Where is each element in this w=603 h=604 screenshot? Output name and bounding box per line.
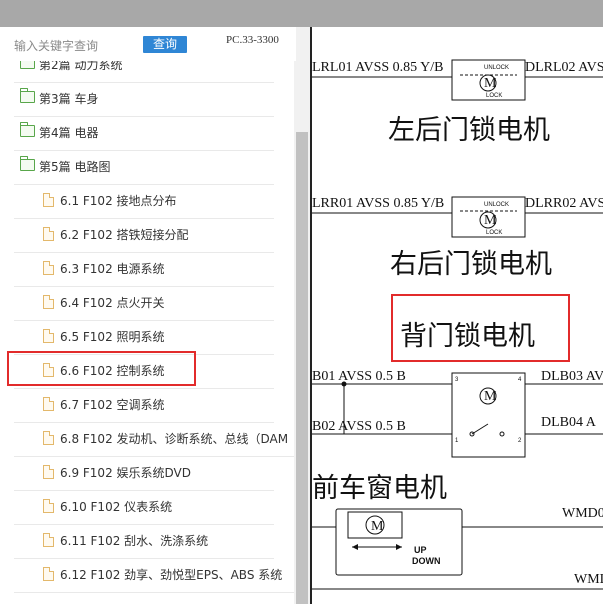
motor-symbol-label: M [484, 213, 497, 228]
pin-label: 2 [518, 438, 522, 444]
wire-label: B02 AVSS 0.5 B [312, 419, 406, 434]
tree-item[interactable]: 6.5 F102 照明系统 [14, 321, 274, 355]
component-caption: 右后门锁电机 [390, 249, 552, 280]
document-icon [43, 329, 54, 343]
component-caption: 左后门锁电机 [388, 115, 550, 146]
tree-item-label: 6.11 F102 刮水、洗涤系统 [60, 534, 209, 548]
motor-symbol-label: M [371, 519, 384, 534]
pin-label: 1 [455, 438, 459, 444]
tree-item[interactable]: 6.4 F102 点火开关 [14, 287, 274, 321]
wire-label: DLRR02 AVSS [525, 196, 603, 211]
motor-symbol-label: M [484, 389, 497, 404]
tree-item-label: 6.5 F102 照明系统 [60, 330, 165, 344]
tree-chapter-5[interactable]: 第5篇 电路图 [14, 151, 274, 185]
folder-icon [19, 88, 35, 103]
tree-item[interactable]: 6.2 F102 搭铁短接分配 [14, 219, 274, 253]
folder-icon [19, 122, 35, 137]
tree-item-label: 6.9 F102 娱乐系统DVD [60, 466, 191, 480]
document-icon [43, 533, 54, 547]
wire-label: LRR01 AVSS 0.85 Y/B [312, 196, 444, 211]
up-label: UP [414, 545, 427, 555]
catalog-panel: 查询 PC.33-3300 第2篇 动力系统 第3篇 车身 第4篇 电器 第5篇… [0, 27, 310, 604]
tree-chapter-3[interactable]: 第3篇 车身 [14, 83, 274, 117]
tree-item-label: 6.2 F102 搭铁短接分配 [60, 228, 189, 242]
wire-label: WMD0 [562, 506, 603, 521]
document-icon [43, 261, 54, 275]
tree-item[interactable]: 6.11 F102 刮水、洗涤系统 [14, 525, 274, 559]
document-icon [43, 227, 54, 241]
wire-label: DLB04 A [541, 415, 597, 430]
tree-item-label: 6.12 F102 劲享、劲悦型EPS、ABS 系统 [60, 568, 283, 582]
document-icon [43, 431, 54, 445]
search-button[interactable]: 查询 [143, 36, 187, 53]
document-icon [43, 567, 54, 581]
wire-label: WML [574, 572, 603, 587]
wire-label: DLB03 AV [541, 369, 603, 384]
wire-label: B01 AVSS 0.5 B [312, 369, 406, 384]
tree-chapter-label: 第3篇 车身 [39, 92, 99, 106]
lock-label: LOCK [486, 93, 502, 99]
tree-item[interactable]: 6.3 F102 电源系统 [14, 253, 274, 287]
pin-label: 4 [518, 377, 522, 383]
down-label: DOWN [412, 556, 441, 566]
document-icon [43, 193, 54, 207]
tree-item-label: 6.8 F102 发动机、诊断系统、总线（DAM [60, 432, 289, 446]
wire-label: LRL01 AVSS 0.85 Y/B [312, 60, 443, 75]
tree-item-label: 6.3 F102 电源系统 [60, 262, 165, 276]
wire-label: DLRL02 AVSS [525, 60, 603, 75]
component-caption: 前车窗电机 [312, 473, 447, 504]
tree-item[interactable]: 6.1 F102 接地点分布 [14, 185, 274, 219]
document-icon [43, 465, 54, 479]
tree-item-label: 6.1 F102 接地点分布 [60, 194, 177, 208]
pc-code-label: PC.33-3300 [226, 34, 279, 46]
tree-chapter-4[interactable]: 第4篇 电器 [14, 117, 274, 151]
unlock-label: UNLOCK [484, 202, 509, 208]
tree-item[interactable]: 6.7 F102 空调系统 [14, 389, 274, 423]
document-icon [43, 397, 54, 411]
unlock-label: UNLOCK [484, 65, 509, 71]
document-icon [43, 295, 54, 309]
document-icon [43, 499, 54, 513]
tree-item-label: 6.10 F102 仪表系统 [60, 500, 173, 514]
motor-symbol-label: M [484, 76, 497, 91]
folder-open-icon [19, 156, 35, 171]
lock-label: LOCK [486, 230, 502, 236]
tree-chapter-label: 第5篇 电路图 [39, 160, 111, 174]
pin-label: 3 [455, 377, 459, 383]
tree-item-label: 6.7 F102 空调系统 [60, 398, 165, 412]
search-row: 查询 PC.33-3300 [0, 27, 296, 61]
highlight-box-tailgate-lock [391, 294, 570, 362]
tree-item[interactable]: 6.8 F102 发动机、诊断系统、总线（DAM [14, 423, 296, 457]
scrollbar-thumb[interactable] [296, 132, 308, 604]
tree-chapter-label: 第4篇 电器 [39, 126, 99, 140]
browser-top-bar [0, 0, 603, 27]
tree-item[interactable]: 6.10 F102 仪表系统 [14, 491, 274, 525]
highlight-box-selected-item [7, 351, 196, 386]
tree-item-label: 6.4 F102 点火开关 [60, 296, 165, 310]
tree-item[interactable]: 6.12 F102 劲享、劲悦型EPS、ABS 系统 [14, 559, 296, 593]
search-input[interactable] [14, 35, 138, 57]
tree-item[interactable]: 6.9 F102 娱乐系统DVD [14, 457, 274, 491]
